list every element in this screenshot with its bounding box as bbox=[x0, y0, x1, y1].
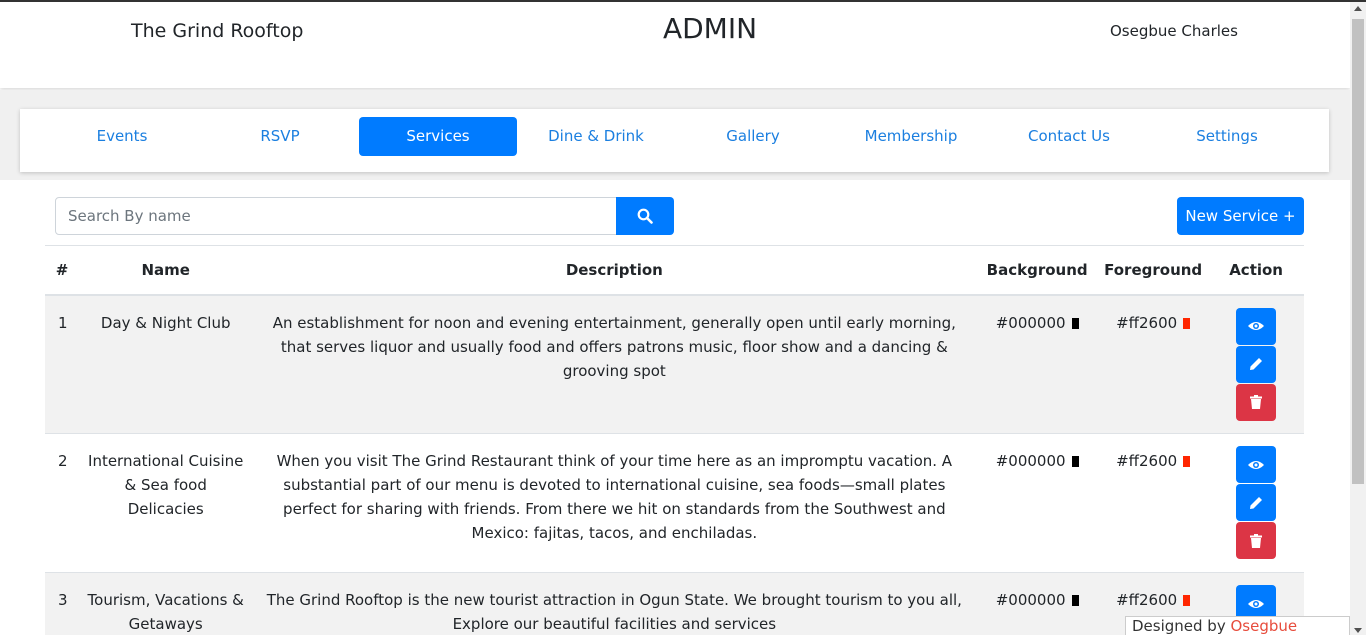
search-button[interactable] bbox=[616, 197, 674, 235]
foreground-value: #ff2600 bbox=[1116, 591, 1178, 609]
delete-button[interactable] bbox=[1236, 383, 1277, 421]
service-name: Tourism, Vacations & Getaways bbox=[78, 572, 253, 635]
scroll-down-icon[interactable] bbox=[1354, 628, 1362, 633]
table-row: 3 Tourism, Vacations & Getaways The Grin… bbox=[45, 572, 1304, 635]
background-value: #000000 bbox=[995, 591, 1066, 609]
foreground-swatch bbox=[1183, 317, 1191, 329]
trash-icon bbox=[1250, 395, 1263, 409]
background-swatch bbox=[1071, 595, 1079, 606]
background-swatch bbox=[1071, 317, 1079, 329]
tab-services[interactable]: Services bbox=[359, 117, 517, 156]
foreground-value: #ff2600 bbox=[1116, 452, 1178, 470]
page-scrollbar[interactable] bbox=[1350, 2, 1366, 635]
top-header: The Grind Rooftop ADMIN Osegbue Charles bbox=[0, 2, 1350, 88]
view-button[interactable] bbox=[1236, 307, 1277, 345]
tab-membership[interactable]: Membership bbox=[832, 117, 990, 156]
background-value: #000000 bbox=[995, 452, 1066, 470]
eye-icon bbox=[1248, 460, 1265, 469]
tab-contact-us[interactable]: Contact Us bbox=[990, 117, 1148, 156]
tab-dine-drink[interactable]: Dine & Drink bbox=[517, 117, 675, 156]
background-color: #000000 bbox=[976, 572, 1099, 635]
edit-button[interactable] bbox=[1236, 484, 1277, 521]
foreground-color: #ff2600 bbox=[1098, 433, 1209, 573]
pencil-icon bbox=[1250, 358, 1263, 370]
background-value: #000000 bbox=[995, 313, 1066, 332]
delete-button[interactable] bbox=[1236, 522, 1277, 559]
foreground-swatch bbox=[1183, 595, 1191, 606]
background-color: #000000 bbox=[976, 294, 1099, 434]
tab-rsvp[interactable]: RSVP bbox=[201, 117, 359, 156]
scroll-up-icon[interactable] bbox=[1354, 6, 1362, 11]
search-input[interactable] bbox=[55, 197, 617, 235]
foreground-color: #ff2600 bbox=[1098, 294, 1209, 434]
new-service-button[interactable]: New Service + bbox=[1177, 197, 1304, 235]
tab-settings[interactable]: Settings bbox=[1148, 117, 1306, 156]
tab-events[interactable]: Events bbox=[43, 117, 201, 156]
eye-icon bbox=[1248, 599, 1265, 608]
service-description: When you visit The Grind Restaurant thin… bbox=[252, 433, 977, 573]
action-cell bbox=[1208, 433, 1304, 573]
row-number: 1 bbox=[45, 294, 79, 434]
service-description: An establishment for noon and evening en… bbox=[252, 294, 977, 434]
edit-button[interactable] bbox=[1236, 345, 1277, 383]
background-swatch bbox=[1071, 456, 1079, 467]
trash-icon bbox=[1250, 533, 1263, 548]
table-header-row: # Name Description Background Foreground… bbox=[45, 245, 1304, 296]
row-number: 2 bbox=[45, 433, 79, 573]
eye-icon bbox=[1248, 322, 1265, 330]
col-header-action: Action bbox=[1208, 245, 1304, 296]
tab-gallery[interactable]: Gallery bbox=[674, 117, 832, 156]
user-name[interactable]: Osegbue Charles bbox=[1110, 22, 1238, 40]
foreground-swatch bbox=[1183, 456, 1191, 467]
service-name: Day & Night Club bbox=[78, 294, 253, 434]
col-header-name: Name bbox=[78, 245, 253, 296]
designer-credit: Designed by Osegbue Charles bbox=[1125, 616, 1350, 635]
pencil-icon bbox=[1250, 496, 1263, 509]
services-table: # Name Description Background Foreground… bbox=[45, 245, 1304, 635]
action-cell bbox=[1208, 294, 1304, 434]
col-header-background: Background bbox=[976, 245, 1099, 296]
service-description: The Grind Rooftop is the new tourist att… bbox=[252, 572, 977, 635]
table-row: 2 International Cuisine & Sea food Delic… bbox=[45, 433, 1304, 573]
nav-band: Events RSVP Services Dine & Drink Galler… bbox=[0, 90, 1350, 180]
view-button[interactable] bbox=[1236, 446, 1277, 483]
foreground-value: #ff2600 bbox=[1116, 313, 1178, 332]
scroll-thumb[interactable] bbox=[1352, 19, 1364, 484]
col-header-foreground: Foreground bbox=[1098, 245, 1209, 296]
background-color: #000000 bbox=[976, 433, 1099, 573]
row-number: 3 bbox=[45, 572, 79, 635]
search-icon bbox=[637, 208, 653, 224]
col-header-description: Description bbox=[252, 245, 977, 296]
credit-prefix: Designed by bbox=[1132, 617, 1231, 635]
nav-bar: Events RSVP Services Dine & Drink Galler… bbox=[20, 109, 1329, 172]
col-header-number: # bbox=[45, 245, 79, 296]
table-row: 1 Day & Night Club An establishment for … bbox=[45, 294, 1304, 434]
service-name: International Cuisine & Sea food Delicac… bbox=[78, 433, 253, 573]
